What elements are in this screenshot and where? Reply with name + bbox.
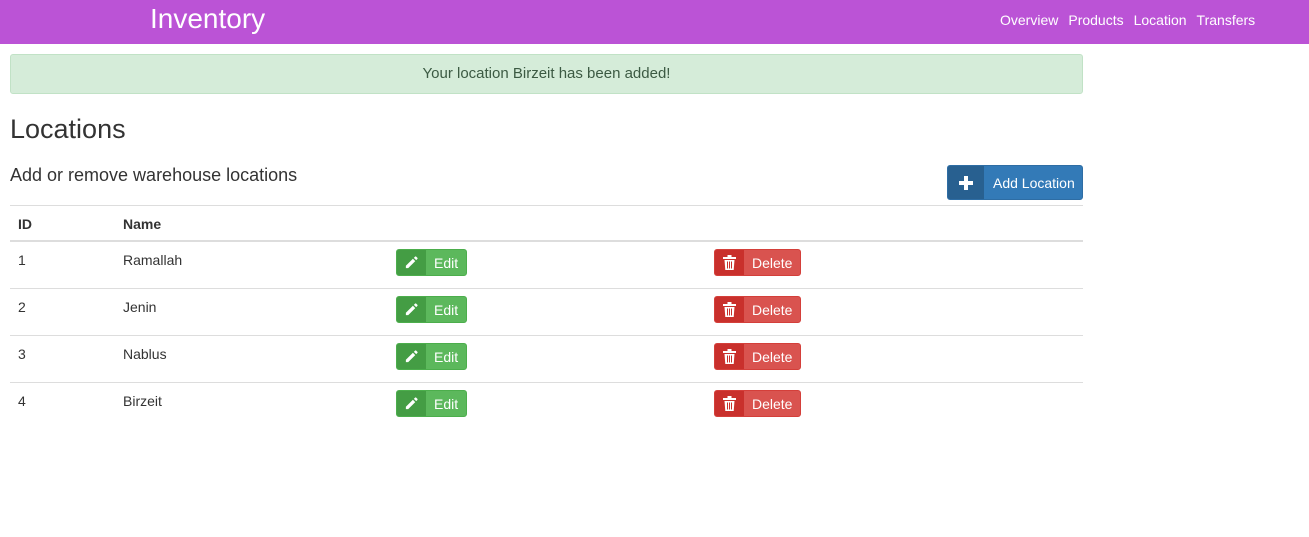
row-id: 1 bbox=[18, 252, 26, 268]
locations-table: ID Name 1 Ramallah Edit Delete 2 Jenin E… bbox=[10, 205, 1083, 429]
pencil-icon bbox=[397, 344, 426, 369]
delete-button[interactable]: Delete bbox=[714, 390, 801, 417]
nav-link-transfers[interactable]: Transfers bbox=[1197, 11, 1256, 29]
trash-icon bbox=[715, 297, 744, 322]
row-name: Birzeit bbox=[123, 393, 162, 409]
row-id: 3 bbox=[18, 346, 26, 362]
pencil-icon bbox=[397, 250, 426, 275]
delete-label: Delete bbox=[752, 348, 793, 365]
pencil-icon bbox=[397, 297, 426, 322]
edit-label: Edit bbox=[434, 395, 459, 412]
nav-link-overview[interactable]: Overview bbox=[1000, 11, 1058, 29]
table-row: 1 Ramallah Edit Delete bbox=[10, 241, 1083, 288]
page-subtitle: Add or remove warehouse locations bbox=[10, 165, 298, 185]
trash-icon bbox=[715, 344, 744, 369]
edit-button[interactable]: Edit bbox=[396, 390, 467, 417]
nav-links: Overview Products Location Transfers bbox=[1000, 11, 1265, 29]
delete-button[interactable]: Delete bbox=[714, 249, 801, 276]
edit-button[interactable]: Edit bbox=[396, 296, 467, 323]
edit-label: Edit bbox=[434, 254, 459, 271]
row-id: 2 bbox=[18, 299, 26, 315]
nav-link-location[interactable]: Location bbox=[1134, 11, 1187, 29]
table-row: 3 Nablus Edit Delete bbox=[10, 335, 1083, 382]
delete-label: Delete bbox=[752, 395, 793, 412]
delete-button[interactable]: Delete bbox=[714, 296, 801, 323]
edit-label: Edit bbox=[434, 301, 459, 318]
edit-label: Edit bbox=[434, 348, 459, 365]
header-name: Name bbox=[123, 216, 162, 232]
page-title: Locations bbox=[10, 114, 126, 144]
delete-label: Delete bbox=[752, 254, 793, 271]
row-name: Nablus bbox=[123, 346, 167, 362]
table-row: 2 Jenin Edit Delete bbox=[10, 288, 1083, 335]
pencil-icon bbox=[397, 391, 426, 416]
trash-icon bbox=[715, 250, 744, 275]
delete-button[interactable]: Delete bbox=[714, 343, 801, 370]
header-id: ID bbox=[18, 216, 32, 232]
add-location-button[interactable]: Add Location bbox=[947, 165, 1083, 200]
table-header: ID Name bbox=[10, 205, 1083, 241]
navbar: Inventory Overview Products Location Tra… bbox=[0, 0, 1309, 44]
row-name: Jenin bbox=[123, 299, 157, 315]
edit-button[interactable]: Edit bbox=[396, 249, 467, 276]
nav-link-products[interactable]: Products bbox=[1068, 11, 1123, 29]
add-location-label: Add Location bbox=[993, 174, 1075, 191]
row-id: 4 bbox=[18, 393, 26, 409]
edit-button[interactable]: Edit bbox=[396, 343, 467, 370]
plus-icon bbox=[948, 166, 984, 199]
row-name: Ramallah bbox=[123, 252, 183, 268]
trash-icon bbox=[715, 391, 744, 416]
delete-label: Delete bbox=[752, 301, 793, 318]
brand-link[interactable]: Inventory bbox=[150, 3, 265, 35]
success-alert: Your location Birzeit has been added! bbox=[10, 54, 1083, 94]
table-row: 4 Birzeit Edit Delete bbox=[10, 382, 1083, 429]
